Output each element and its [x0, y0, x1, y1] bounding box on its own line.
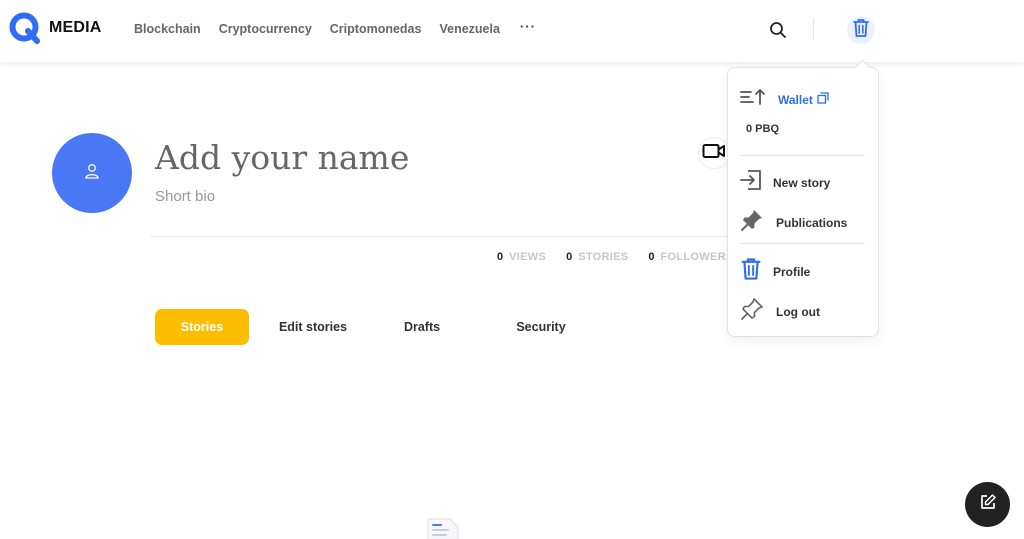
stat-views-label: VIEWS — [509, 251, 547, 263]
top-header: MEDIA Blockchain Cryptocurrency Criptomo… — [0, 0, 1024, 62]
trash-icon — [740, 257, 762, 286]
avatar[interactable] — [52, 133, 132, 213]
stat-views: 0 VIEWS — [497, 251, 546, 263]
logout-pin-icon — [740, 297, 764, 326]
menu-divider — [740, 243, 865, 244]
menu-item-wallet[interactable]: Wallet — [740, 87, 829, 112]
nav-item-criptomonedas[interactable]: Criptomonedas — [330, 22, 422, 36]
document-icon — [426, 517, 460, 539]
edit-icon — [979, 493, 997, 516]
user-icon — [83, 162, 101, 185]
logo-icon — [9, 12, 41, 44]
wallet-sort-icon — [740, 87, 766, 112]
header-divider — [813, 18, 814, 40]
profile-tabs: Stories Edit stories Drafts Security — [155, 309, 591, 345]
publications-label: Publications — [776, 215, 848, 230]
wallet-link[interactable]: Wallet — [778, 93, 813, 107]
profile-label: Profile — [773, 264, 811, 279]
menu-item-new-story[interactable]: New story — [740, 169, 830, 196]
tab-drafts[interactable]: Drafts — [377, 309, 467, 345]
nav-item-cryptocurrency[interactable]: Cryptocurrency — [219, 22, 312, 36]
profile-dropdown-menu: Wallet 0 PBQ New story Publications Prof… — [727, 67, 879, 337]
pin-icon — [740, 208, 764, 237]
logo[interactable]: MEDIA — [9, 12, 102, 44]
write-story-button[interactable] — [965, 482, 1010, 527]
more-icon[interactable]: ··· — [520, 19, 536, 34]
stat-stories-label: STORIES — [578, 251, 629, 263]
new-story-icon — [740, 169, 762, 196]
logo-text: MEDIA — [49, 19, 102, 36]
external-link-icon — [817, 91, 829, 109]
tab-stories[interactable]: Stories — [155, 309, 249, 345]
bio-input[interactable]: Short bio — [155, 188, 215, 205]
tab-edit-stories[interactable]: Edit stories — [257, 309, 369, 345]
video-button[interactable] — [698, 137, 730, 169]
profile-divider — [150, 236, 730, 237]
logout-label: Log out — [776, 304, 820, 319]
stat-followers-label: FOLLOWERS — [660, 251, 734, 263]
menu-item-profile[interactable]: Profile — [740, 257, 810, 286]
stat-views-value: 0 — [497, 251, 504, 263]
trash-icon — [852, 18, 870, 43]
name-input[interactable]: Add your name — [155, 138, 409, 177]
stat-stories: 0 STORIES — [566, 251, 628, 263]
stat-followers: 0 FOLLOWERS — [648, 251, 733, 263]
main-nav: Blockchain Cryptocurrency Criptomonedas … — [134, 19, 536, 37]
search-icon[interactable] — [769, 21, 787, 39]
video-camera-icon — [702, 143, 726, 164]
profile-menu-button[interactable] — [847, 16, 875, 44]
wallet-balance: 0 PBQ — [746, 123, 780, 135]
nav-item-blockchain[interactable]: Blockchain — [134, 22, 201, 36]
profile-stats: 0 VIEWS 0 STORIES 0 FOLLOWERS — [497, 251, 754, 263]
nav-item-venezuela[interactable]: Venezuela — [439, 22, 499, 36]
stat-stories-value: 0 — [566, 251, 573, 263]
menu-divider — [740, 155, 865, 156]
new-story-label: New story — [773, 175, 831, 190]
menu-item-logout[interactable]: Log out — [740, 297, 820, 326]
menu-item-publications[interactable]: Publications — [740, 208, 847, 237]
tab-security[interactable]: Security — [491, 309, 591, 345]
stat-followers-value: 0 — [648, 251, 655, 263]
